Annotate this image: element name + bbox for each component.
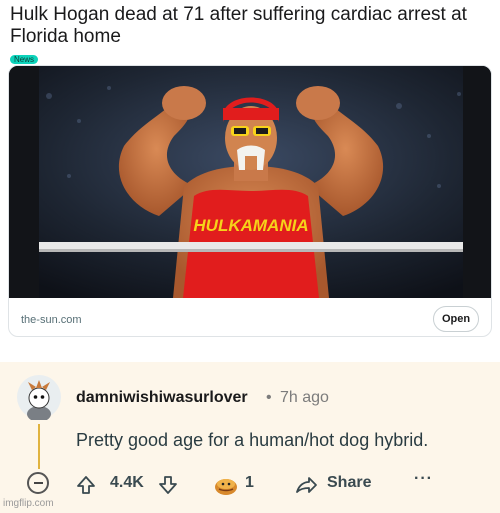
downvote-icon[interactable] <box>157 474 179 496</box>
collapse-icon[interactable] <box>27 472 49 494</box>
meta-separator: • <box>266 389 272 406</box>
more-icon[interactable]: ··· <box>414 470 433 488</box>
comment-timestamp[interactable]: 7h ago <box>280 389 329 407</box>
thread-line[interactable] <box>38 424 40 469</box>
vote-score: 4.4K <box>110 474 144 491</box>
comment-username[interactable]: damniwishiwasurlover <box>76 389 248 407</box>
link-domain[interactable]: the-sun.com <box>21 314 82 326</box>
avatar[interactable] <box>16 374 62 422</box>
award-count: 1 <box>245 474 254 491</box>
link-card[interactable]: HULKAMANIA the-sun.com Open <box>8 65 492 337</box>
comment-body: Pretty good age for a human/hot dog hybr… <box>76 430 429 450</box>
post-title[interactable]: Hulk Hogan dead at 71 after suffering ca… <box>10 4 490 48</box>
hulkamania-logo-text: HULKAMANIA <box>193 216 308 235</box>
open-link-button[interactable]: Open <box>433 306 479 332</box>
imgflip-watermark: imgflip.com <box>3 498 54 509</box>
post-flair[interactable]: News <box>10 55 39 64</box>
share-button[interactable]: Share <box>327 474 371 492</box>
share-icon[interactable] <box>294 474 318 496</box>
link-thumbnail[interactable]: HULKAMANIA <box>9 66 491 298</box>
comment: damniwishiwasurlover • 7h ago Pretty goo… <box>0 362 500 513</box>
upvote-icon[interactable] <box>75 474 97 496</box>
award-icon[interactable] <box>213 474 239 496</box>
